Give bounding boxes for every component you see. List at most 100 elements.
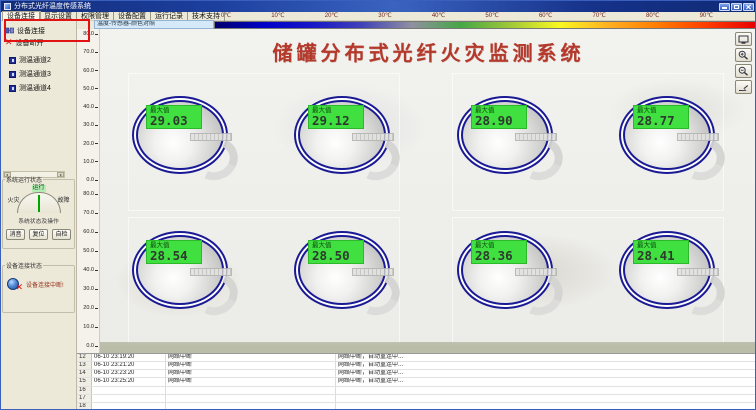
- log-detail: 网络中断，自动重连中...: [336, 370, 756, 377]
- colorbar-tick: 20℃: [325, 12, 338, 21]
- axis-tick-label: 80.0: [83, 191, 98, 197]
- pan-button[interactable]: [735, 80, 752, 94]
- axis-tick-value: 40.0: [83, 104, 94, 110]
- log-row-number: 16: [77, 387, 92, 394]
- colorbar-tick: 70℃: [592, 12, 605, 21]
- status-button-row: 消音复位自检: [3, 229, 74, 240]
- tree-item-channel-3[interactable]: 测温通道3: [9, 69, 51, 79]
- axis-tick-label: 20.0: [83, 141, 98, 147]
- zoom-in-icon: [738, 50, 749, 60]
- axis-tick-value: 60.0: [83, 68, 94, 74]
- log-event: 网络中断: [166, 370, 336, 377]
- tank-gauge: 最大值28.54: [132, 231, 228, 309]
- max-value-display: 最大值28.50: [308, 240, 364, 264]
- gauge-fire-label: 火灾: [8, 195, 20, 204]
- axis-tick-value: 30.0: [83, 286, 94, 292]
- zoom-in-button[interactable]: [735, 48, 752, 62]
- fit-view-icon: [738, 35, 749, 44]
- gauge-fault-label: 故障: [57, 195, 69, 204]
- colorbar-tick: 10℃: [271, 12, 284, 21]
- view-toolbar: [735, 32, 752, 94]
- device-connect-item[interactable]: 设备连接: [5, 25, 45, 36]
- tank-gauge: 最大值28.36: [457, 231, 553, 309]
- axis-tick-value: 70.0: [83, 49, 94, 55]
- log-event: [166, 403, 336, 410]
- tree-item-label: 测温通道3: [19, 69, 51, 79]
- axis-tick-mark: [95, 346, 98, 347]
- tree-item-channel-4[interactable]: 测温通道4: [9, 83, 51, 93]
- colorbar-tick: 40℃: [432, 12, 445, 21]
- connection-status-line: ✕ 设备连接中断!: [7, 278, 72, 291]
- gauge-run-label: 运行: [31, 185, 45, 192]
- log-event: [166, 387, 336, 394]
- axis-tick-value: 10.0: [83, 159, 94, 165]
- log-row-number: 12: [77, 354, 92, 361]
- reset-button[interactable]: 复位: [29, 229, 48, 240]
- axis-tick-mark: [95, 161, 98, 162]
- colorbar-tick: 50℃: [485, 12, 498, 21]
- log-row[interactable]: 1506-10 23:25:20网络中断网络中断，自动重连中...: [77, 378, 756, 386]
- log-row[interactable]: 17: [77, 395, 756, 403]
- log-timestamp: [92, 403, 166, 410]
- close-button[interactable]: [743, 3, 754, 11]
- device-disconnect-item[interactable]: ✕ 设备断开: [5, 37, 44, 48]
- axis-tick-label: 10.0: [83, 159, 98, 165]
- menu-item-1[interactable]: 显示设置: [40, 12, 77, 21]
- log-row[interactable]: 1406-10 23:23:20网络中断网络中断，自动重连中...: [77, 370, 756, 378]
- axis-tick-label: 60.0: [83, 68, 98, 74]
- log-row[interactable]: 1206-10 23:19:20网络中断网络中断，自动重连中...: [77, 354, 756, 362]
- menu-item-0[interactable]: 设备连接: [3, 12, 40, 21]
- log-row[interactable]: 1306-10 23:21:20网络中断网络中断，自动重连中...: [77, 362, 756, 370]
- maximize-icon: [734, 5, 739, 9]
- log-timestamp: [92, 387, 166, 394]
- fit-view-button[interactable]: [735, 32, 752, 46]
- close-icon: [746, 4, 752, 10]
- log-event: 网络中断: [166, 354, 336, 361]
- self-test-button[interactable]: 自检: [52, 229, 71, 240]
- mute-button[interactable]: 消音: [6, 229, 25, 240]
- axis-tick-mark: [95, 251, 98, 252]
- axis-tick-label: 80.0: [83, 31, 98, 37]
- log-detail: 网络中断，自动重连中...: [336, 354, 756, 361]
- log-row[interactable]: 18: [77, 403, 756, 410]
- device-disconnect-label: 设备断开: [16, 38, 44, 48]
- channel-bullet-icon: [9, 57, 16, 64]
- tree-item-channel-2[interactable]: 测温通道2: [9, 55, 51, 65]
- axis-tick-value: 20.0: [83, 305, 94, 311]
- tree-item-label: 测温通道2: [19, 55, 51, 65]
- tank-walkway: [515, 268, 557, 276]
- axis-tick-label: 60.0: [83, 229, 98, 235]
- network-globe-icon: ✕: [7, 278, 22, 291]
- axis-tick-mark: [95, 107, 98, 108]
- max-value-number: 29.12: [312, 114, 360, 127]
- minimize-icon: [722, 7, 727, 9]
- temperature-scale-lower: 80.070.060.050.040.030.020.010.00.0: [77, 191, 98, 349]
- tank-walkway: [352, 268, 394, 276]
- minimize-button[interactable]: [719, 3, 730, 11]
- axis-tick-mark: [95, 289, 98, 290]
- axis-tick-value: 0.0: [86, 343, 94, 349]
- tank-gauge: 最大值28.90: [457, 96, 553, 174]
- log-timestamp: 06-10 23:25:20: [92, 378, 166, 385]
- channel-bullet-icon: [9, 71, 16, 78]
- axis-tick-mark: [95, 327, 98, 328]
- zoom-out-button[interactable]: [735, 64, 752, 78]
- log-detail: [336, 403, 756, 410]
- log-row[interactable]: 16: [77, 387, 756, 395]
- colorbar-tick: 60℃: [539, 12, 552, 21]
- tank-walkway: [190, 133, 232, 141]
- left-panel: 设备连接 ✕ 设备断开 测温通道2测温通道3测温通道4 系统运行状态 运行 火灾…: [1, 21, 77, 410]
- log-row-number: 15: [77, 378, 92, 385]
- ops-label: 系统状态及操作: [3, 216, 74, 225]
- axis-tick-mark: [95, 308, 98, 309]
- log-event: 网络中断: [166, 378, 336, 385]
- max-value-number: 28.90: [475, 114, 523, 127]
- monitor-canvas: 储罐分布式光纤火灾监测系统 最大值29.03最大值29.12最大值28.90最大…: [99, 29, 756, 353]
- max-value-number: 28.54: [150, 249, 198, 262]
- axis-tick-value: 40.0: [83, 267, 94, 273]
- max-value-display: 最大值28.54: [146, 240, 202, 264]
- maximize-button[interactable]: [731, 3, 742, 11]
- log-row-number: 17: [77, 395, 92, 402]
- axis-tick-label: 0.0: [86, 343, 98, 349]
- max-value-number: 28.50: [312, 249, 360, 262]
